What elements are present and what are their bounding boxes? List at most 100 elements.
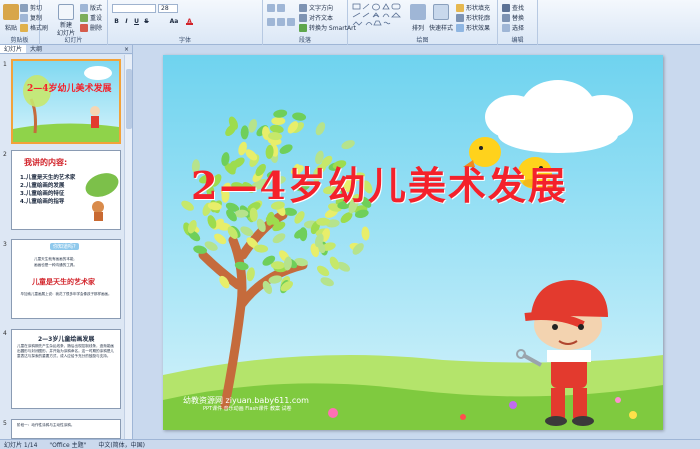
bullets-icon[interactable] [267,4,275,12]
shape-fill-button[interactable]: 形状填充 [456,3,490,12]
underline-button[interactable]: U [133,18,140,25]
align-text-button[interactable]: 对齐文本 [299,13,333,22]
new-slide-button[interactable]: 新建 幻灯片 [56,4,76,37]
thumb-3-title: 儿童是天生的艺术家 [32,278,95,286]
text-direction-icon [299,3,307,12]
select-button[interactable]: 选择 [502,23,524,32]
slide-artwork [163,80,663,430]
bold-button[interactable]: B [113,18,120,25]
slide-position: 幻灯片 1/14 [4,442,38,449]
leaf [361,226,370,241]
font-color-button[interactable]: A [186,18,193,25]
thumb-2-heading: 我讲的内容: [24,158,68,167]
tab-outline[interactable]: 大纲 [26,45,46,53]
align-text-icon [299,13,307,22]
reset-icon [80,13,88,22]
slide-thumb-3[interactable]: 你知道吗? 儿童天生就有画画的本能, 画画也是一种沟通的工具。 儿童是天生的艺术… [11,239,121,319]
editing-group: 查找 替换 选择 编辑 [498,0,538,45]
effects-icon [456,23,464,32]
status-bar: 幻灯片 1/14 "Office 主题" 中文(简体，中国) [0,439,700,449]
cloud [485,80,633,153]
pane-scrollbar[interactable] [124,55,132,439]
delete-slide-button[interactable]: 删除 [80,23,102,32]
cut-button[interactable]: 剪切 [20,3,42,12]
replace-button[interactable]: 替换 [502,13,524,22]
font-name-combo[interactable] [112,4,156,13]
copy-icon [20,13,28,22]
tab-slides[interactable]: 幻灯片 [0,45,27,53]
thumb-1-art [13,66,119,142]
leaf [272,233,286,244]
clipboard-icon [3,4,19,20]
thumb-2-item: 2.儿童绘画的发展 [20,183,65,189]
strike-button[interactable]: S [143,18,150,25]
binoculars-icon [502,3,510,12]
theme-name: "Office 主题" [49,442,87,449]
leaf [240,125,249,140]
thumb-5-body: 阶段一：动作性涂鸦与主动性涂鸦。 [17,423,75,427]
thumb-2-leaf-art [85,173,119,221]
leaf [315,122,326,136]
font-group-label: 字体 [178,37,191,44]
leaf [320,277,334,287]
slide-thumb-1[interactable]: 2—4岁幼儿美术发展 [11,59,121,144]
smartart-icon [299,23,307,32]
leaf [341,140,355,150]
font-group: 28 B I U S Aa A 字体 [108,0,263,45]
change-case-button[interactable]: Aa [168,18,180,25]
thumb-number: 4 [3,330,7,337]
arrange-button[interactable]: 排列 [410,4,426,32]
align-right-icon[interactable] [287,18,295,26]
font-size-combo[interactable]: 28 [158,4,178,13]
thumb-2-item: 1.儿童是天生的艺术家 [20,175,76,181]
pane-scrollbar-thumb[interactable] [126,69,132,129]
slide-thumb-5[interactable]: 阶段一：动作性涂鸦与主动性涂鸦。 [11,419,121,439]
paragraph-group-label: 段落 [298,37,311,44]
arrange-icon [410,4,426,20]
align-center-icon[interactable] [277,18,285,26]
leaf [248,118,257,133]
drawing-group-label: 绘图 [416,37,429,44]
leaf [271,117,286,125]
slide-canvas[interactable]: 2—4岁幼儿美术发展 幼教资源网 ziyuan.baby611.com PPT课… [163,55,663,430]
drawing-group: 排列 快速样式 形状填充 形状轮廓 形状效果 绘图 [348,0,498,45]
clipboard-group: 粘贴 剪切 复制 格式刷 剪贴板 [0,0,48,45]
thumb-number: 2 [3,151,7,158]
leaf [316,265,330,277]
thumb-3-line: 画画也是一种沟通的工具。 [34,263,78,267]
pane-tabs: 幻灯片 大纲 × [0,45,132,54]
thumb-3-line: 儿童天生就有画画的本能, [34,257,75,261]
copy-button[interactable]: 复制 [20,13,42,22]
thumb-1-title: 2—4岁幼儿美术发展 [27,84,112,94]
editing-group-label: 编辑 [511,37,524,44]
slides-group: 新建 幻灯片 版式 重设 删除 幻灯片 [40,0,108,45]
italic-button[interactable]: I [123,18,130,25]
find-button[interactable]: 查找 [502,3,524,12]
slide-thumb-4[interactable]: 2—3岁儿童绘画发展 儿童在涂鸦期先产生杂乱线条，随后出现控制线条，逐渐能画出圆… [11,329,121,409]
shapes-gallery[interactable] [352,3,404,31]
quick-styles-icon [433,4,449,20]
shape-outline-button[interactable]: 形状轮廓 [456,13,490,22]
language-indicator[interactable]: 中文(简体，中国) [98,440,145,449]
delete-icon [80,23,88,32]
thumb-2-item: 4.儿童绘画的指导 [20,199,65,205]
numbering-icon[interactable] [277,4,285,12]
shape-effects-button[interactable]: 形状效果 [456,23,490,32]
align-left-icon[interactable] [267,18,275,26]
ribbon: 粘贴 剪切 复制 格式刷 剪贴板 新建 幻灯片 版式 重设 删除 幻灯片 28 … [0,0,700,45]
thumb-3-quote: 毕加索儿童画展上说：我花了很多年学会像孩子那样画画。 [20,292,112,296]
reset-button[interactable]: 重设 [80,13,102,22]
thumb-number: 3 [3,241,7,248]
clipboard-group-label: 剪贴板 [10,37,29,44]
leaf [279,144,293,154]
close-pane-icon[interactable]: × [121,45,132,53]
slide-thumb-2[interactable]: 我讲的内容: 1.儿童是天生的艺术家 2.儿童绘画的发展 3.儿童绘画的特征 4… [11,150,121,230]
paragraph-group: 文字方向 对齐文本 转换为 SmartArt 段落 [263,0,356,45]
watermark-subtext: PPT课件 音乐动画 Flash课件 教案 试卷 [203,406,292,412]
layout-button[interactable]: 版式 [80,3,102,12]
text-direction-button[interactable]: 文字方向 [299,3,333,12]
paste-button[interactable]: 粘贴 [3,4,19,32]
quick-styles-button[interactable]: 快速样式 [428,4,454,32]
slide-title[interactable]: 2—4岁幼儿美术发展 [191,155,568,210]
thumb-4-body: 儿童在涂鸦期先产生杂乱线条，随后出现控制线条，逐渐能画出圆形与封闭图形，并开始为… [17,344,115,358]
